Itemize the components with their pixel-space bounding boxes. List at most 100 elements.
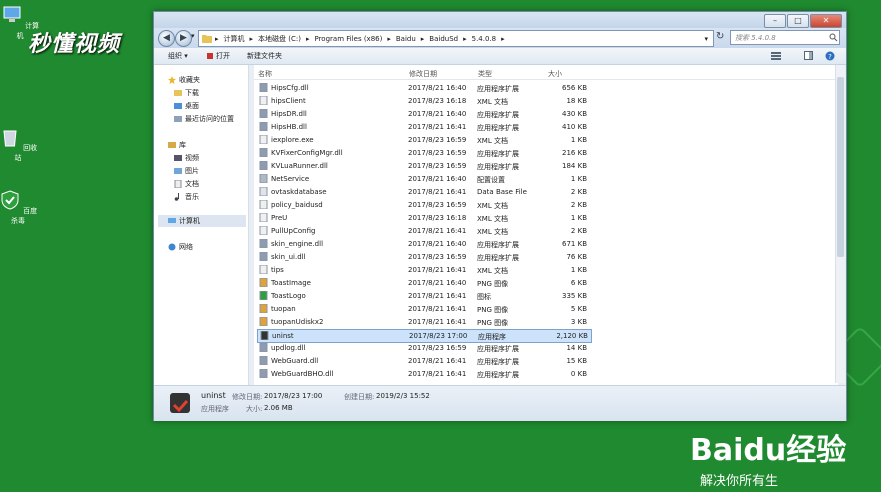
open-button[interactable]: 打开 xyxy=(216,51,230,61)
file-size: 671 KB xyxy=(562,240,587,248)
sidebar-item-label: 网络 xyxy=(179,243,193,251)
sidebar-item-libraries[interactable]: 库 xyxy=(168,140,186,150)
file-xml-icon xyxy=(259,96,268,105)
file-type: 应用程序扩展 xyxy=(477,345,519,353)
file-row[interactable]: PullUpConfig 2017/8/21 16:41 XML 文档 2 KB xyxy=(257,225,590,237)
file-row[interactable]: tuopanUdiskx2 2017/8/21 16:41 PNG 图像 3 KB xyxy=(257,316,590,328)
sidebar-item-favorites[interactable]: 收藏夹 xyxy=(168,75,200,85)
back-button[interactable]: ◀ xyxy=(158,30,175,47)
file-type: XML 文档 xyxy=(477,98,508,106)
desktop-icon-recycle-bin[interactable]: 回收站 xyxy=(0,126,38,163)
file-row[interactable]: PreU 2017/8/23 16:18 XML 文档 1 KB xyxy=(257,212,590,224)
preview-pane-icon[interactable] xyxy=(804,51,813,60)
file-xml-icon xyxy=(259,265,268,274)
breadcrumb-program-files[interactable]: Program Files (x86) xyxy=(314,35,382,43)
file-row[interactable]: WebGuardBHO.dll 2017/8/21 16:41 应用程序扩展 0 KB xyxy=(257,368,590,380)
help-icon[interactable]: ? xyxy=(825,51,835,61)
breadcrumb-separator: ▸ xyxy=(305,34,310,43)
picture-icon xyxy=(174,168,182,174)
file-dll-icon xyxy=(259,148,268,157)
uninstaller-icon xyxy=(170,393,190,413)
file-type: 应用程序扩展 xyxy=(477,150,519,158)
column-header-size[interactable]: 大小 xyxy=(548,69,562,79)
new-folder-button[interactable]: 新建文件夹 xyxy=(247,51,282,61)
search-input[interactable]: 搜索 5.4.0.8 xyxy=(730,30,840,45)
file-dll-icon xyxy=(259,252,268,261)
file-size: 1 KB xyxy=(570,214,587,222)
sidebar-item-pictures[interactable]: 图片 xyxy=(174,166,199,176)
file-name: WebGuardBHO.dll xyxy=(271,370,334,378)
file-size: 1 KB xyxy=(570,266,587,274)
breadcrumb-separator: ▸ xyxy=(215,34,219,43)
breadcrumb-baidusd[interactable]: BaiduSd xyxy=(429,35,458,43)
forward-button[interactable]: ▶ xyxy=(175,30,192,47)
file-date: 2017/8/21 16:41 xyxy=(408,370,467,378)
address-bar[interactable]: ▸ 计算机 ▸ 本地磁盘 (C:) ▸ Program Files (x86) … xyxy=(198,30,714,47)
file-row[interactable]: KVLuaRunner.dll 2017/8/23 16:59 应用程序扩展 184 … xyxy=(257,160,590,172)
file-row[interactable]: skin_engine.dll 2017/8/21 16:40 应用程序扩展 671 … xyxy=(257,238,590,250)
baidu-slogan: 解决你所有生 xyxy=(700,474,779,489)
history-dropdown-icon[interactable]: ▾ xyxy=(191,32,195,40)
sidebar-item-network[interactable]: 网络 xyxy=(168,242,193,252)
file-row[interactable]: tuopan 2017/8/21 16:41 PNG 图像 5 KB xyxy=(257,303,590,315)
refresh-button[interactable]: ↻ xyxy=(716,31,724,42)
file-date: 2017/8/21 16:40 xyxy=(408,240,467,248)
sidebar-item-music[interactable]: 音乐 xyxy=(174,192,199,202)
file-xml-icon xyxy=(259,200,268,209)
file-row[interactable]: ToastLogo 2017/8/21 16:41 图标 335 KB xyxy=(257,290,590,302)
file-row-selected[interactable]: uninst 2017/8/23 17:00 应用程序 2,120 KB xyxy=(257,329,592,343)
title-bar[interactable]: – □ ✕ xyxy=(154,12,846,28)
file-type: 应用程序扩展 xyxy=(477,371,519,379)
sidebar-item-videos[interactable]: 视频 xyxy=(174,153,199,163)
file-row[interactable]: HipsHB.dll 2017/8/21 16:41 应用程序扩展 410 KB xyxy=(257,121,590,133)
desktop-icon-baidu-antivirus[interactable]: 百度杀毒 xyxy=(0,189,38,226)
column-header-name[interactable]: 名称 xyxy=(258,69,272,79)
file-size: 1 KB xyxy=(570,136,587,144)
sidebar-item-documents[interactable]: 文档 xyxy=(174,179,199,189)
file-row[interactable]: skin_ui.dll 2017/8/23 16:59 应用程序扩展 76 KB xyxy=(257,251,590,263)
breadcrumb-baidu[interactable]: Baidu xyxy=(396,35,416,43)
file-row[interactable]: WebGuard.dll 2017/8/21 16:41 应用程序扩展 15 KB xyxy=(257,355,590,367)
file-name: NetService xyxy=(271,175,310,183)
file-row[interactable]: tips 2017/8/21 16:41 XML 文档 1 KB xyxy=(257,264,590,276)
file-size: 430 KB xyxy=(562,110,587,118)
file-row[interactable]: KVFixerConfigMgr.dll 2017/8/23 16:59 应用程序扩… xyxy=(257,147,590,159)
organize-button[interactable]: 组织 ▾ xyxy=(168,51,188,61)
file-type: PNG 图像 xyxy=(477,319,509,327)
file-row[interactable]: policy_baidusd 2017/8/23 16:59 XML 文档 2 KB xyxy=(257,199,590,211)
column-header-date[interactable]: 修改日期 xyxy=(409,69,437,79)
file-row[interactable]: HipsCfg.dll 2017/8/21 16:40 应用程序扩展 656 KB xyxy=(257,82,590,94)
scrollbar-thumb[interactable] xyxy=(837,77,844,257)
file-row[interactable]: hipsClient 2017/8/23 16:18 XML 文档 18 KB xyxy=(257,95,590,107)
file-name: skin_engine.dll xyxy=(271,240,324,248)
file-date: 2017/8/21 16:41 xyxy=(408,357,467,365)
sidebar-item-downloads[interactable]: 下载 xyxy=(174,88,199,98)
file-dll-icon xyxy=(259,161,268,170)
sidebar-item-recent[interactable]: 最近访问的位置 xyxy=(174,114,234,124)
maximize-button[interactable]: □ xyxy=(787,14,809,28)
file-date: 2017/8/21 16:41 xyxy=(408,292,467,300)
file-row[interactable]: updlog.dll 2017/8/23 16:59 应用程序扩展 14 KB xyxy=(257,342,590,354)
minimize-button[interactable]: – xyxy=(764,14,786,28)
close-button[interactable]: ✕ xyxy=(810,14,842,28)
file-row[interactable]: ToastImage 2017/8/21 16:40 PNG 图像 6 KB xyxy=(257,277,590,289)
breadcrumb-version[interactable]: 5.4.0.8 xyxy=(472,35,497,43)
sidebar-item-label: 下载 xyxy=(185,89,199,97)
sidebar-item-desktop[interactable]: 桌面 xyxy=(174,101,199,111)
file-size: 410 KB xyxy=(562,123,587,131)
address-dropdown-icon[interactable]: ▾ xyxy=(704,35,708,43)
column-header-type[interactable]: 类型 xyxy=(478,69,492,79)
vertical-scrollbar[interactable] xyxy=(835,65,845,383)
file-row[interactable]: NetService 2017/8/21 16:40 配置设置 1 KB xyxy=(257,173,590,185)
file-type: 应用程序扩展 xyxy=(477,163,519,171)
file-date: 2017/8/21 16:40 xyxy=(408,279,467,287)
breadcrumb-computer[interactable]: 计算机 xyxy=(224,34,245,44)
recycle-bin-icon xyxy=(3,130,17,147)
breadcrumb-local-disk[interactable]: 本地磁盘 (C:) xyxy=(258,34,301,44)
view-options-icon[interactable] xyxy=(771,52,781,60)
sidebar-item-computer[interactable]: 计算机 xyxy=(158,215,246,227)
file-row[interactable]: HipsDR.dll 2017/8/21 16:40 应用程序扩展 430 KB xyxy=(257,108,590,120)
file-row[interactable]: ovtaskdatabase 2017/8/21 16:41 Data Base F… xyxy=(257,186,590,198)
details-created-label: 创建日期: xyxy=(344,393,375,401)
file-row[interactable]: iexplore.exe 2017/8/23 16:59 XML 文档 1 KB xyxy=(257,134,590,146)
